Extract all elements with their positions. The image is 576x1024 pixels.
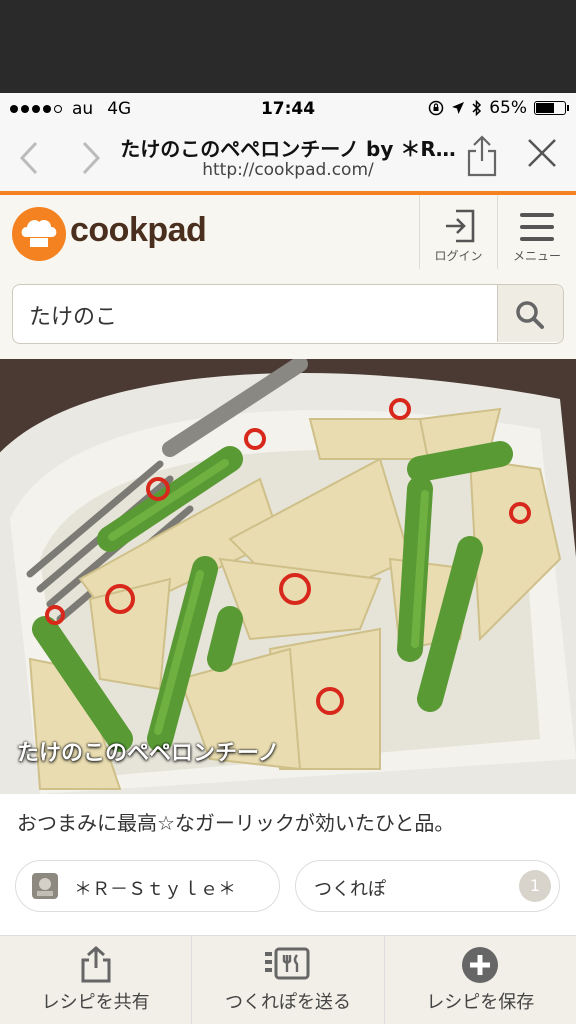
save-recipe-label: レシピを保存 [426, 992, 535, 1013]
tsukurepo-button[interactable]: つくれぽ 1 [295, 860, 560, 912]
save-recipe-button[interactable]: レシピを保存 [385, 936, 576, 1024]
search-icon [516, 301, 544, 329]
bottom-action-bar: レシピを共有 つくれぽを送る レシピを保存 [0, 935, 576, 1024]
recipe-photo[interactable]: たけのこのペペロンチーノ [0, 359, 576, 794]
search-query[interactable]: たけのこ [29, 299, 117, 331]
tsukurepo-count-badge: 1 [519, 870, 551, 902]
hamburger-menu-icon [520, 213, 554, 241]
author-avatar-icon [32, 873, 58, 899]
search-area: たけのこ [0, 269, 576, 359]
share-recipe-button[interactable]: レシピを共有 [0, 936, 193, 1024]
share-icon[interactable] [466, 135, 498, 177]
send-tsukurepo-label: つくれぽを送る [224, 992, 351, 1013]
search-input[interactable]: たけのこ [12, 284, 564, 344]
login-button[interactable]: ログイン [419, 195, 497, 269]
author-name: ＊Ｒ－Ｓｔｙｌｅ＊ [74, 879, 236, 900]
battery-icon [534, 101, 569, 115]
forward-arrow-icon[interactable] [80, 141, 102, 175]
site-header: cookpad ログイン メニュー [0, 195, 576, 269]
page-title: たけのこのペペロンチーノ by ＊R… [120, 137, 456, 161]
bluetooth-icon [472, 99, 482, 117]
top-dark-bar [0, 0, 576, 93]
login-icon [446, 209, 475, 243]
page-url[interactable]: http://cookpad.com/ [110, 160, 466, 180]
recipe-photo-image [0, 359, 576, 794]
status-bar: au 4G 17:44 65% [0, 93, 576, 125]
menu-label: メニュー [512, 249, 561, 263]
share-recipe-label: レシピを共有 [41, 992, 150, 1013]
close-icon[interactable] [526, 137, 558, 169]
search-button[interactable] [497, 285, 563, 342]
login-label: ログイン [434, 249, 483, 263]
back-arrow-icon[interactable] [18, 141, 40, 175]
menu-button[interactable]: メニュー [497, 195, 576, 269]
send-tsukurepo-button[interactable]: つくれぽを送る [192, 936, 385, 1024]
plus-circle-icon [462, 947, 499, 983]
recipe-title: たけのこのペペロンチーノ [17, 741, 280, 766]
author-button[interactable]: ＊Ｒ－Ｓｔｙｌｅ＊ [15, 860, 280, 912]
cookpad-logo-icon[interactable] [12, 207, 66, 261]
browser-nav-bar: たけのこのペペロンチーノ by ＊R… http://cookpad.com/ [0, 125, 576, 191]
tsukurepo-label: つくれぽ [314, 879, 386, 900]
send-tsukurepo-icon [264, 947, 310, 980]
share-recipe-icon [81, 946, 111, 983]
rotation-lock-icon [428, 100, 444, 116]
recipe-description: おつまみに最高☆なガーリックが効いたひと品。 [17, 811, 455, 835]
battery-percent: 65% [489, 98, 527, 118]
location-icon [452, 102, 465, 114]
cookpad-logo-text[interactable]: cookpad [70, 211, 207, 250]
